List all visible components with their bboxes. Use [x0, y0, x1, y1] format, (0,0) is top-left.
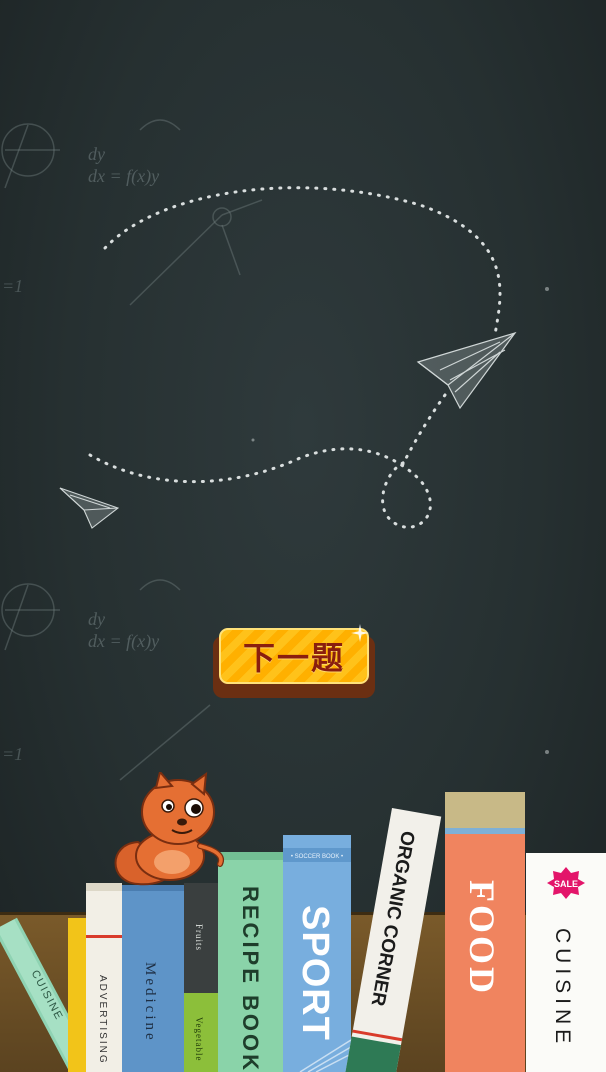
- svg-text:• SOCCER BOOK •: • SOCCER BOOK •: [291, 854, 343, 860]
- svg-text:RECIPE BOOK: RECIPE BOOK: [238, 886, 263, 1072]
- svg-text:SPORT: SPORT: [294, 905, 336, 1041]
- book-sport: • SOCCER BOOK • SPORT: [283, 835, 352, 1072]
- squirrel-mascot: [114, 772, 224, 886]
- svg-text:Vegetable: Vegetable: [194, 1017, 204, 1061]
- book-cuisine: SALE CUISINE: [526, 853, 606, 1072]
- books-row: CUISINE ADVERTISING Medicine Fruits Vege…: [0, 792, 606, 1072]
- book-organic-corner: ORGANIC CORNER: [344, 808, 442, 1072]
- svg-text:Fruits: Fruits: [194, 924, 204, 951]
- book-medicine: Medicine: [122, 885, 184, 1072]
- svg-text:CUISINE: CUISINE: [551, 928, 574, 1048]
- book-fruits-vegetables: Fruits Vegetable: [184, 883, 218, 1072]
- svg-text:FOOD: FOOD: [462, 880, 502, 996]
- book-advertising: ADVERTISING: [86, 883, 122, 1072]
- book-food: FOOD: [445, 792, 525, 1072]
- book-yellow: [68, 918, 86, 1072]
- svg-text:Medicine: Medicine: [142, 962, 158, 1043]
- svg-text:SALE: SALE: [554, 879, 578, 889]
- svg-text:ADVERTISING: ADVERTISING: [97, 975, 108, 1065]
